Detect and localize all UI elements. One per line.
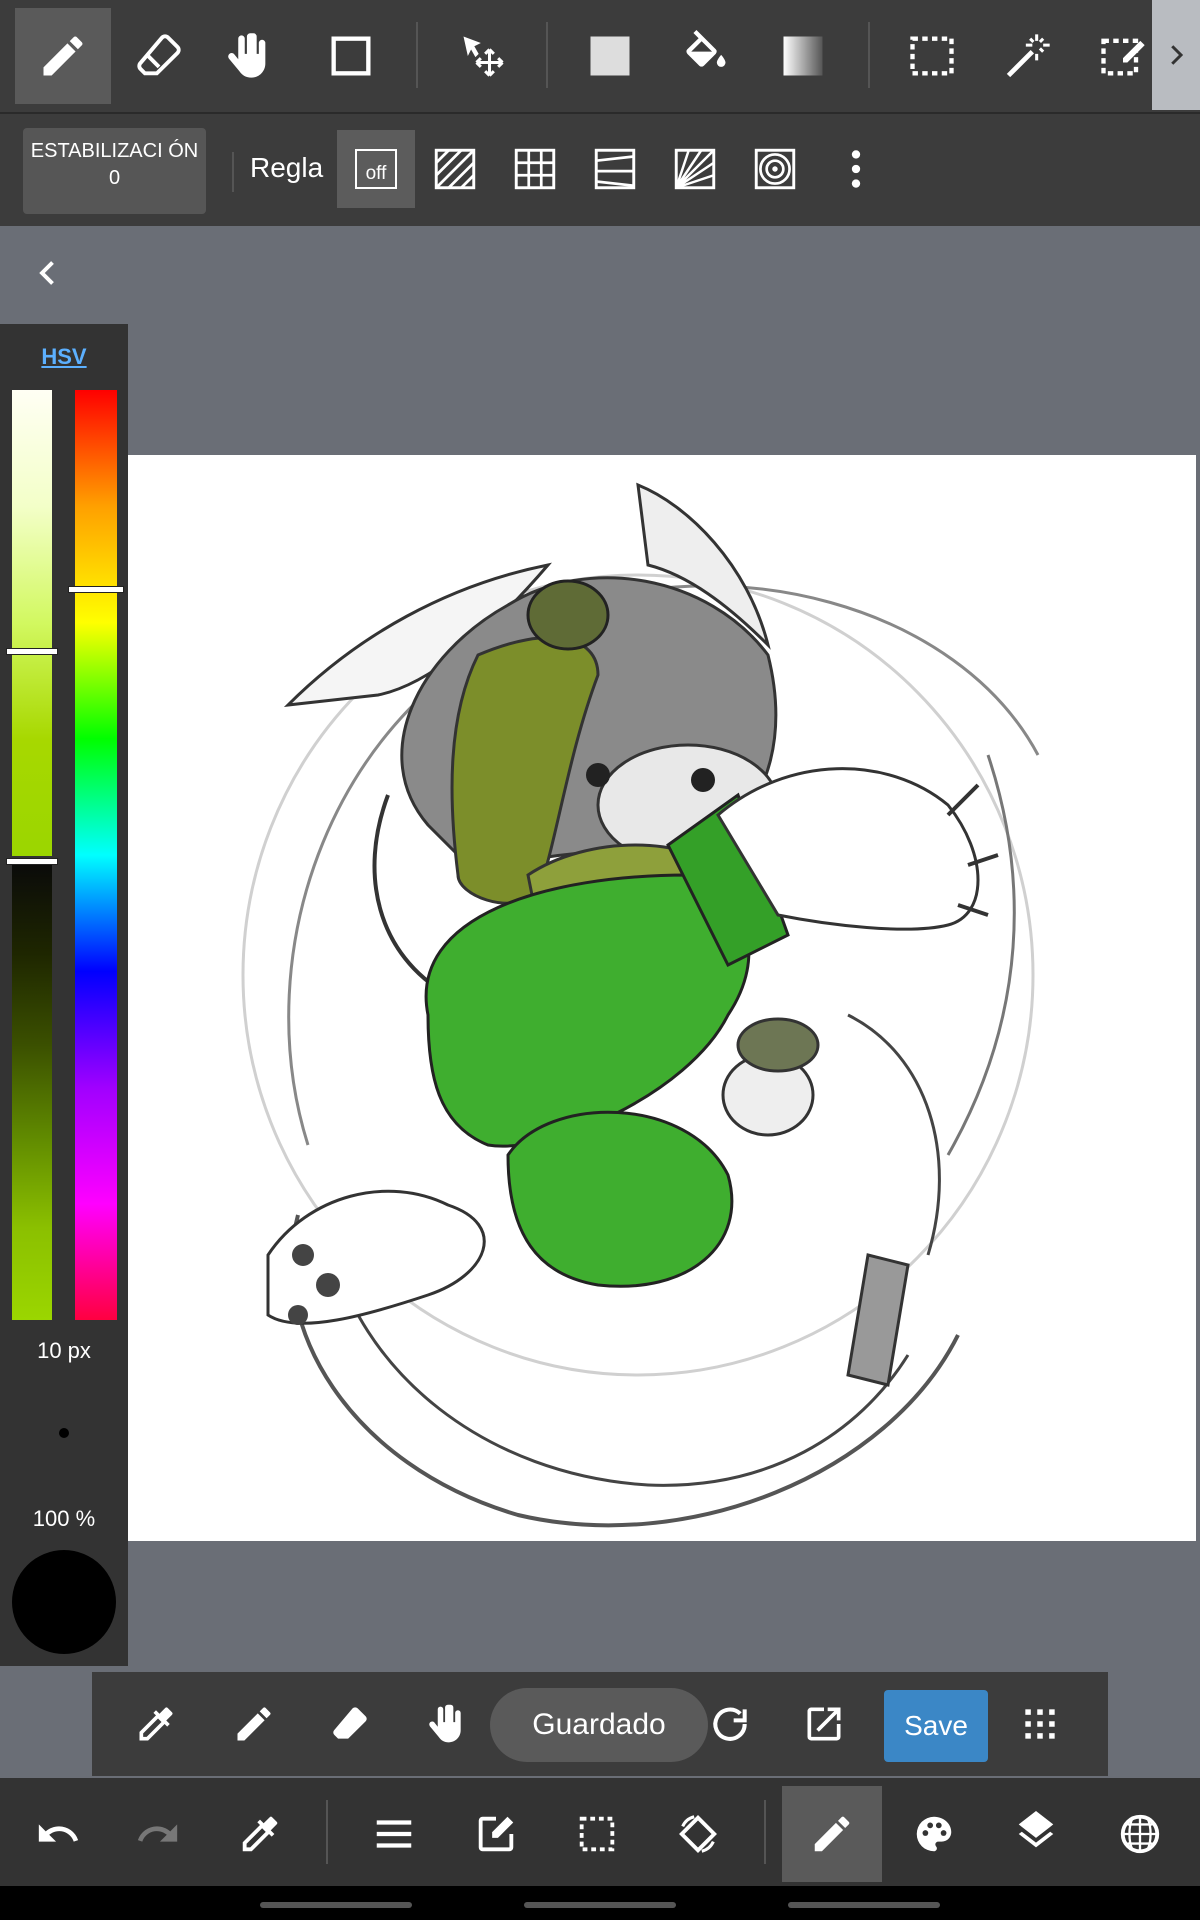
artwork-drawing xyxy=(241,482,1040,1528)
hue-slider[interactable] xyxy=(75,390,117,1320)
ruler-label: Regla xyxy=(250,152,324,183)
ruler-off-icon: off xyxy=(355,149,397,189)
stabilization-value: 0 xyxy=(108,167,121,189)
hand-icon[interactable] xyxy=(200,8,296,104)
export-icon[interactable] xyxy=(792,1692,856,1756)
main-bottom-bar xyxy=(0,1778,1200,1886)
gesture-pill-left xyxy=(260,1902,412,1908)
brush-size-label[interactable]: 10 px xyxy=(0,1338,128,1364)
menu-icon[interactable] xyxy=(344,1786,444,1882)
paint-bucket-icon[interactable] xyxy=(658,8,754,104)
ruler-off-button[interactable]: off xyxy=(337,130,415,208)
quick-pen-icon[interactable] xyxy=(222,1692,286,1756)
selection-icon[interactable] xyxy=(547,1786,647,1882)
ruler-parallel-button[interactable] xyxy=(416,130,494,208)
top-toolbar xyxy=(0,0,1200,114)
value-handle[interactable] xyxy=(6,858,58,865)
saved-toast: Guardado xyxy=(490,1688,708,1762)
gesture-pill-right xyxy=(788,1902,940,1908)
tool-options-bar: ESTABILIZACI ÓN 0 Regla off xyxy=(0,114,1200,226)
chevron-right-icon xyxy=(1171,45,1184,65)
nav-eyedropper-icon[interactable] xyxy=(210,1786,310,1882)
collapse-panel-icon[interactable] xyxy=(30,255,66,291)
gradient-icon[interactable] xyxy=(755,8,851,104)
undo-icon[interactable] xyxy=(8,1786,108,1882)
eraser-icon[interactable] xyxy=(111,8,207,104)
save-button[interactable]: Save xyxy=(884,1690,988,1762)
toolbar-more-button[interactable] xyxy=(1152,0,1200,110)
concentric-circles-icon xyxy=(754,148,796,190)
brush-size-preview xyxy=(59,1428,69,1438)
grid-icon xyxy=(514,148,556,190)
more-options-button[interactable] xyxy=(816,130,896,208)
stabilization-button[interactable]: ESTABILIZACI ÓN 0 xyxy=(23,128,206,214)
perspective-lines-icon xyxy=(594,148,636,190)
radial-lines-icon xyxy=(674,148,716,190)
rotate-canvas-icon[interactable] xyxy=(648,1786,748,1882)
saturation-slider[interactable] xyxy=(12,390,52,856)
move-icon[interactable] xyxy=(435,8,531,104)
hsv-mode-toggle[interactable]: HSV xyxy=(0,344,128,370)
more-vertical-icon xyxy=(851,150,861,188)
gesture-pill-center[interactable] xyxy=(524,1902,676,1908)
grid-menu-icon[interactable] xyxy=(1008,1692,1072,1756)
redo-icon[interactable] xyxy=(108,1786,208,1882)
fill-rect-icon[interactable] xyxy=(562,8,658,104)
edit-layer-icon[interactable] xyxy=(446,1786,546,1882)
pen-icon[interactable] xyxy=(15,8,111,104)
rect-select-icon[interactable] xyxy=(884,8,980,104)
rectangle-shape-icon[interactable] xyxy=(303,8,399,104)
hue-handle[interactable] xyxy=(68,586,124,593)
stabilization-label: ESTABILIZACI ÓN xyxy=(30,140,199,162)
color-panel: HSV 10 px 100 % xyxy=(0,324,128,1666)
ruler-grid-button[interactable] xyxy=(496,130,574,208)
drawing-canvas[interactable] xyxy=(128,455,1196,1541)
value-slider[interactable] xyxy=(12,862,52,1320)
layers-icon[interactable] xyxy=(986,1786,1086,1882)
ruler-radial-button[interactable] xyxy=(656,130,734,208)
quick-eraser-icon[interactable] xyxy=(318,1692,382,1756)
magic-wand-icon[interactable] xyxy=(980,8,1076,104)
ruler-perspective-button[interactable] xyxy=(576,130,654,208)
quick-hand-icon[interactable] xyxy=(414,1692,478,1756)
system-gesture-bar xyxy=(0,1886,1200,1920)
parallel-lines-icon xyxy=(434,148,476,190)
eyedropper-icon[interactable] xyxy=(124,1692,188,1756)
globe-menu-icon[interactable] xyxy=(1090,1786,1190,1882)
palette-icon[interactable] xyxy=(884,1786,984,1882)
ruler-concentric-button[interactable] xyxy=(736,130,814,208)
opacity-label[interactable]: 100 % xyxy=(0,1506,128,1532)
current-color-swatch[interactable] xyxy=(12,1550,116,1654)
saturation-handle[interactable] xyxy=(6,648,58,655)
brush-icon[interactable] xyxy=(782,1786,882,1882)
